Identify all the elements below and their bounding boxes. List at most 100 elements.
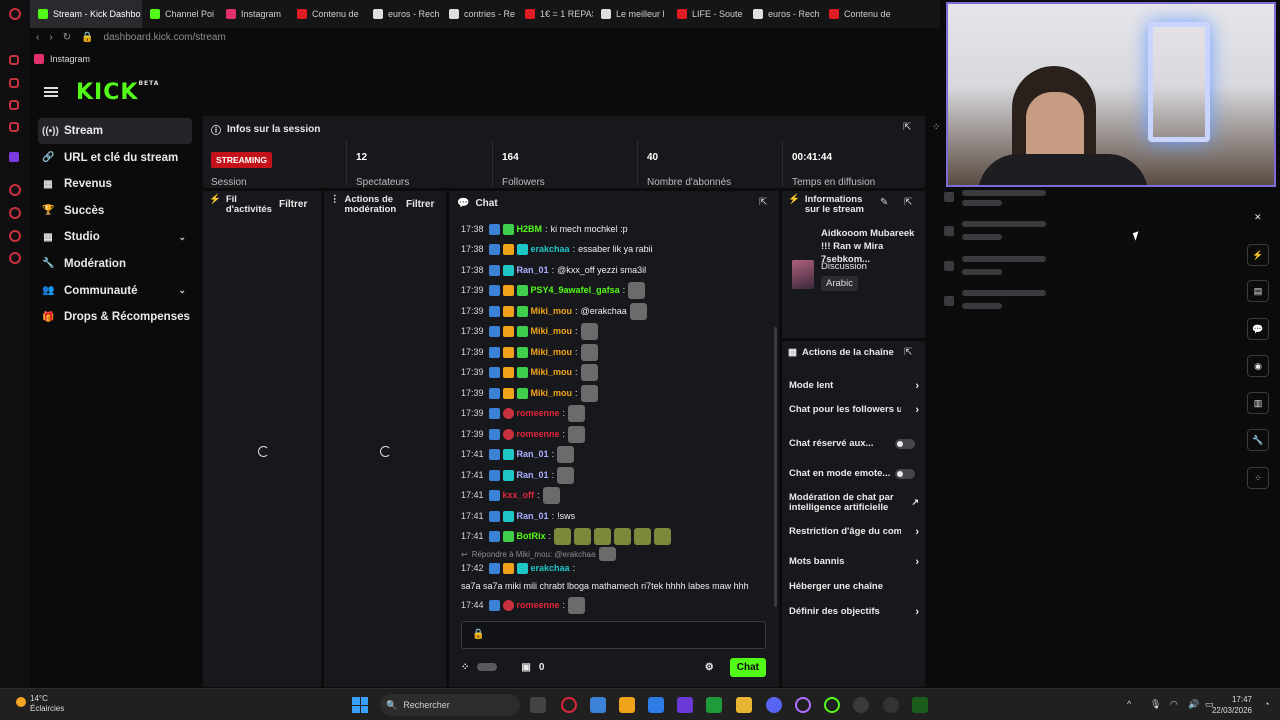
document-icon[interactable]: ▤ <box>1247 280 1269 302</box>
message-username[interactable]: Miki_mou <box>531 306 573 317</box>
xbox-app-icon[interactable] <box>706 697 722 713</box>
whatsapp-icon[interactable] <box>9 122 19 132</box>
chat-toggle[interactable] <box>477 663 498 671</box>
chat-message[interactable]: 17:39 romeenne: <box>461 404 771 425</box>
volume-icon[interactable]: 🔊 <box>1188 699 1199 710</box>
emote-image[interactable] <box>557 466 575 484</box>
url-field[interactable]: dashboard.kick.com/stream <box>104 32 226 43</box>
emote-image[interactable] <box>542 487 560 505</box>
channel-action-item[interactable]: Chat pour les followers u › <box>789 404 919 416</box>
chat-input[interactable]: 🔒 <box>461 621 766 649</box>
chat-message[interactable]: 17:38 Ran_01: @kxx_off yezzi sma3il <box>461 260 771 281</box>
chat-message[interactable]: 17:39 Miki_mou: <box>461 383 771 404</box>
sidebar-item-modération[interactable]: 🔧 Modération <box>38 251 192 277</box>
chat-settings-icon[interactable]: ⚙ <box>705 662 714 673</box>
taskbar-clock[interactable]: 17:47 22/03/2026 <box>1212 695 1252 717</box>
chat-message[interactable]: 17:39 Miki_mou: @erakchaa <box>461 301 771 322</box>
browser-tab[interactable]: LIFE - Soute <box>669 0 745 28</box>
obs-app-icon[interactable] <box>677 697 693 713</box>
windows-start-icon[interactable] <box>352 697 368 713</box>
browser-tab[interactable]: Stream - Kick Dashbo <box>30 0 142 28</box>
player-icon[interactable] <box>9 184 21 196</box>
emote-image[interactable] <box>557 446 575 464</box>
chat-message[interactable]: 17:39 Miki_mou: <box>461 342 771 363</box>
chat-message[interactable]: 17:39 Miki_mou: <box>461 363 771 384</box>
chat-message[interactable]: 17:38 H2BM: ki mech mochkel :p <box>461 219 771 240</box>
chat-popout-icon[interactable]: ⇱ <box>759 197 767 208</box>
emote-image[interactable] <box>654 528 672 546</box>
chat-message[interactable]: 17:41 BotRix: <box>461 527 771 548</box>
microphone-icon[interactable]: 🎙 <box>1150 699 1161 710</box>
emote-image[interactable] <box>629 302 647 320</box>
message-username[interactable]: BotRix <box>517 531 546 542</box>
chevron-down-icon[interactable]: ⌄ <box>178 285 186 296</box>
kick-logo[interactable]: KICKBETA <box>76 80 159 105</box>
box-icon[interactable] <box>9 230 21 242</box>
more-icon[interactable]: ⁘ <box>932 122 940 133</box>
browser-tab[interactable]: 1€ = 1 REPAS <box>517 0 593 28</box>
message-username[interactable]: Ran_01 <box>517 511 549 522</box>
message-username[interactable]: PSY4_9awafel_gafsa <box>531 285 620 296</box>
moderation-filter-button[interactable]: Filtrer <box>406 199 434 210</box>
emote-image[interactable] <box>580 343 598 361</box>
emote-image[interactable] <box>554 528 572 546</box>
expand-icon[interactable]: ⇱ <box>904 347 912 358</box>
browser-tab[interactable]: Contenu de <box>821 0 897 28</box>
twitch-icon[interactable] <box>9 152 19 162</box>
instagram-icon[interactable] <box>9 100 19 110</box>
message-username[interactable]: Miki_mou <box>531 367 573 378</box>
browser-tab[interactable]: Le meilleur l <box>593 0 669 28</box>
emote-image[interactable] <box>634 528 652 546</box>
emote-image[interactable] <box>574 528 592 546</box>
reload-icon[interactable]: ↻ <box>63 32 71 43</box>
browser-tab[interactable]: Contenu de <box>289 0 365 28</box>
chat-message[interactable]: 17:41 kxx_off: <box>461 486 771 507</box>
sidebar-item-revenus[interactable]: ▦ Revenus <box>38 171 192 197</box>
toggle-switch[interactable] <box>895 468 915 479</box>
channel-action-item[interactable]: Mode lent › <box>789 380 919 392</box>
users-icon[interactable]: ⁘ <box>1247 467 1269 489</box>
weather-widget[interactable]: 14°C Éclaircies <box>16 694 64 714</box>
chat-message[interactable]: 17:39 PSY4_9awafel_gafsa: <box>461 281 771 302</box>
expand-icon[interactable]: ⇱ <box>903 122 911 133</box>
sidebar-item-succ-s[interactable]: 🏆 Succès <box>38 198 192 224</box>
history-icon[interactable] <box>9 55 19 65</box>
task-view-icon[interactable] <box>530 697 546 713</box>
emote-image[interactable] <box>594 528 612 546</box>
message-username[interactable]: Ran_01 <box>517 470 549 481</box>
browser-tab[interactable]: euros - Rech <box>745 0 821 28</box>
emote-image[interactable] <box>614 528 632 546</box>
chat-message[interactable]: 17:39 romeenne: <box>461 424 771 445</box>
message-username[interactable]: Miki_mou <box>531 326 573 337</box>
message-username[interactable]: romeenne <box>517 408 560 419</box>
message-username[interactable]: Miki_mou <box>531 388 573 399</box>
channel-action-item[interactable]: Modération de chat par intelligence arti… <box>789 493 919 513</box>
bookmark-instagram[interactable]: Instagram <box>50 54 90 64</box>
reply-reference[interactable]: ↩ Répondre à Miki_mou: @erakchaa <box>461 547 771 561</box>
broadcast-icon[interactable]: ◉ <box>1247 355 1269 377</box>
taskbar-search[interactable]: 🔍 Rechercher <box>380 694 520 716</box>
copilot-app-icon[interactable] <box>619 697 635 713</box>
message-username[interactable]: H2BM <box>517 224 543 235</box>
expand-icon[interactable]: ⇱ <box>904 197 912 208</box>
terminal-app-icon[interactable] <box>912 697 928 713</box>
messenger-icon[interactable] <box>9 78 19 88</box>
emote-image[interactable] <box>580 323 598 341</box>
message-username[interactable]: romeenne <box>517 429 560 440</box>
users-icon[interactable]: ⁘ <box>461 662 469 673</box>
browser-tab[interactable]: euros - Rech <box>365 0 441 28</box>
chat-message[interactable]: 17:41 Ran_01: <box>461 465 771 486</box>
emote-image[interactable] <box>568 425 586 443</box>
forward-icon[interactable]: › <box>49 32 52 43</box>
channel-action-item[interactable]: Héberger une chaîne <box>789 582 919 592</box>
browser-tab[interactable]: Channel Poi <box>142 0 218 28</box>
channel-action-item[interactable]: Restriction d'âge du com › <box>789 526 919 538</box>
emote-image[interactable] <box>580 384 598 402</box>
back-icon[interactable]: ‹ <box>36 32 39 43</box>
edit-icon[interactable]: ✎ <box>880 197 888 208</box>
chat-message[interactable]: 17:39 Miki_mou: <box>461 322 771 343</box>
chat-icon[interactable]: 💬 <box>1247 318 1269 340</box>
layout-icon[interactable]: ▥ <box>1247 392 1269 414</box>
chat-message[interactable]: 17:41 Ran_01: !sws <box>461 506 771 527</box>
chat-scrollbar[interactable] <box>774 327 777 607</box>
